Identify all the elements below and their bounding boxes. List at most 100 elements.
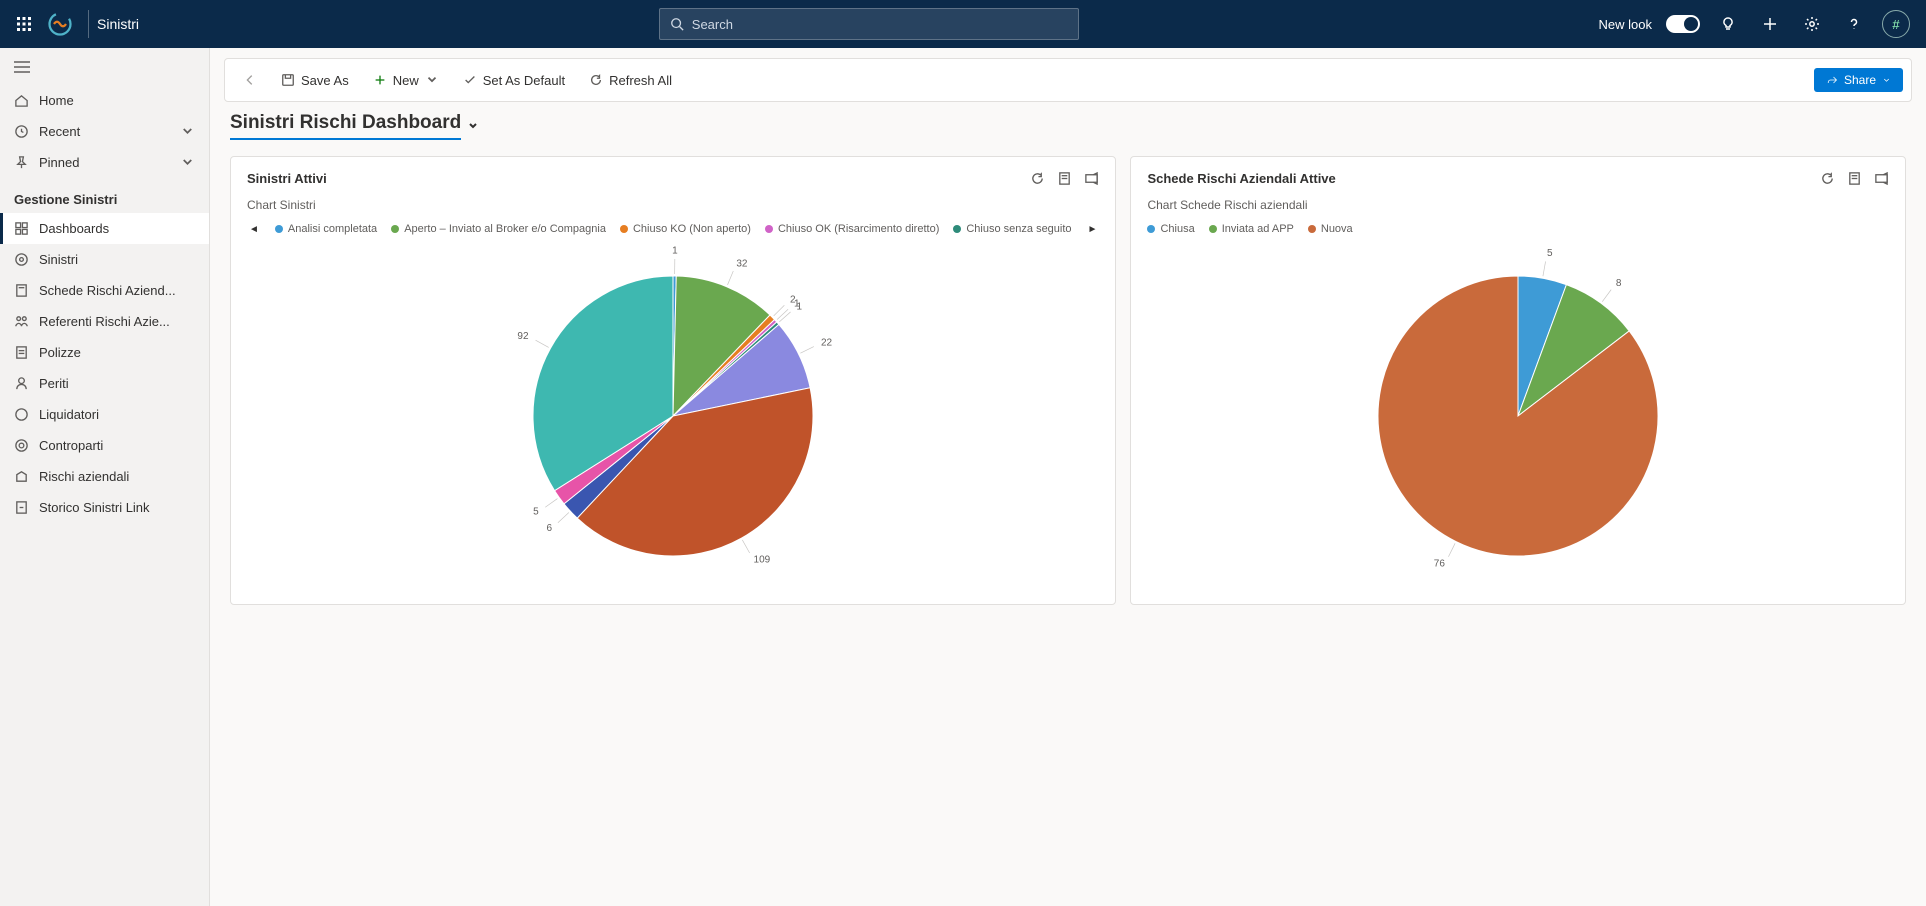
legend-label: Aperto – Inviato al Broker e/o Compagnia [404, 223, 606, 235]
legend-label: Nuova [1321, 223, 1353, 235]
refresh-icon[interactable] [1030, 171, 1045, 186]
sidebar-item-icon [14, 469, 29, 484]
sidebar-item[interactable]: Rischi aziendali [0, 461, 209, 492]
settings-icon[interactable] [1798, 10, 1826, 38]
share-icon [1826, 74, 1838, 86]
search-box[interactable] [659, 8, 1079, 40]
check-icon [463, 73, 477, 87]
sidebar-section-header: Gestione Sinistri [0, 178, 209, 213]
top-bar: Sinistri New look # [0, 0, 1926, 48]
share-label: Share [1844, 73, 1876, 87]
legend-label: Chiuso OK (Risarcimento diretto) [778, 223, 939, 235]
pin-icon [14, 155, 29, 170]
clock-icon [14, 124, 29, 139]
sidebar-item-label: Dashboards [39, 221, 109, 236]
refresh-icon [589, 73, 603, 87]
app-launcher-icon[interactable] [8, 8, 40, 40]
legend-label: Chiuso KO (Non aperto) [633, 223, 751, 235]
legend-item[interactable]: Analisi completata [275, 223, 377, 235]
sidebar-recent[interactable]: Recent [0, 116, 209, 147]
recent-label: Recent [39, 124, 80, 139]
legend-dot [391, 225, 399, 233]
lightbulb-icon[interactable] [1714, 10, 1742, 38]
sidebar-item-icon [14, 345, 29, 360]
expand-icon[interactable] [1084, 171, 1099, 186]
sidebar-item-label: Rischi aziendali [39, 469, 129, 484]
sidebar-item[interactable]: Dashboards [0, 213, 209, 244]
new-look-label: New look [1599, 17, 1652, 32]
legend-next[interactable]: ► [1086, 224, 1100, 235]
sidebar-item[interactable]: Sinistri [0, 244, 209, 275]
slice-label: 92 [518, 331, 530, 342]
set-default-button[interactable]: Set As Default [453, 67, 575, 94]
sidebar-item-icon [14, 283, 29, 298]
chevron-down-icon [180, 124, 195, 139]
save-as-button[interactable]: Save As [271, 67, 359, 94]
slice-label: 76 [1434, 559, 1446, 570]
legend-dot [1147, 225, 1155, 233]
sidebar-item-label: Polizze [39, 345, 81, 360]
help-icon[interactable] [1840, 10, 1868, 38]
new-button[interactable]: New [363, 67, 449, 94]
card-title: Sinistri Attivi [247, 171, 327, 186]
sidebar-toggle[interactable] [0, 52, 209, 85]
legend-dot [1308, 225, 1316, 233]
sidebar-item-label: Controparti [39, 438, 103, 453]
legend-item[interactable]: Aperto – Inviato al Broker e/o Compagnia [391, 223, 606, 235]
legend-label: Chiusa [1160, 223, 1194, 235]
records-icon[interactable] [1847, 171, 1862, 186]
slice-label: 22 [821, 338, 833, 349]
sidebar-item[interactable]: Periti [0, 368, 209, 399]
plus-icon [373, 73, 387, 87]
share-button[interactable]: Share [1814, 68, 1903, 92]
legend-item[interactable]: Chiuso senza seguito [953, 223, 1071, 235]
home-label: Home [39, 93, 74, 108]
sidebar-home[interactable]: Home [0, 85, 209, 116]
chart-legend: Chiusa Inviata ad APP Nuova [1147, 220, 1889, 238]
pie-chart: 5876 [1298, 256, 1738, 576]
legend-dot [275, 225, 283, 233]
command-bar: Save As New Set As Default Refresh All S… [224, 58, 1912, 102]
sidebar-item-icon [14, 407, 29, 422]
legend-item[interactable]: Chiuso OK (Risarcimento diretto) [765, 223, 939, 235]
search-icon [670, 17, 684, 31]
legend-item[interactable]: Inviata ad APP [1209, 223, 1294, 235]
plus-icon[interactable] [1756, 10, 1784, 38]
slice-label: 109 [754, 555, 771, 566]
sidebar-item-label: Sinistri [39, 252, 78, 267]
refresh-icon[interactable] [1820, 171, 1835, 186]
legend-item[interactable]: Nuova [1308, 223, 1353, 235]
card-title: Schede Rischi Aziendali Attive [1147, 171, 1335, 186]
expand-icon[interactable] [1874, 171, 1889, 186]
sidebar-item[interactable]: Controparti [0, 430, 209, 461]
user-avatar[interactable]: # [1882, 10, 1910, 38]
chevron-down-icon [180, 155, 195, 170]
slice-label: 8 [1616, 278, 1622, 289]
sidebar-item[interactable]: Referenti Rischi Azie... [0, 306, 209, 337]
legend-label: Analisi completata [288, 223, 377, 235]
sidebar-item-label: Referenti Rischi Azie... [39, 314, 170, 329]
sidebar-item[interactable]: Polizze [0, 337, 209, 368]
sidebar: Home Recent Pinned Gestione Sinistri Das… [0, 48, 210, 906]
chevron-down-icon[interactable] [467, 120, 479, 132]
chart-legend: ◄ Analisi completata Aperto – Inviato al B… [247, 220, 1099, 238]
legend-label: Chiuso senza seguito [966, 223, 1071, 235]
legend-item[interactable]: Chiusa [1147, 223, 1194, 235]
sidebar-pinned[interactable]: Pinned [0, 147, 209, 178]
sidebar-item-label: Schede Rischi Aziend... [39, 283, 176, 298]
sidebar-item-label: Periti [39, 376, 69, 391]
sidebar-item[interactable]: Liquidatori [0, 399, 209, 430]
records-icon[interactable] [1057, 171, 1072, 186]
new-label: New [393, 73, 419, 88]
refresh-button[interactable]: Refresh All [579, 67, 682, 94]
sidebar-item[interactable]: Schede Rischi Aziend... [0, 275, 209, 306]
search-input[interactable] [692, 17, 1068, 32]
legend-prev[interactable]: ◄ [247, 224, 261, 235]
chevron-down-icon [1882, 76, 1891, 85]
new-look-toggle[interactable] [1666, 15, 1700, 33]
sidebar-item[interactable]: Storico Sinistri Link [0, 492, 209, 523]
chevron-down-icon [425, 73, 439, 87]
legend-item[interactable]: Chiuso KO (Non aperto) [620, 223, 751, 235]
card-sinistri-attivi: Sinistri Attivi Chart Sinistri ◄Analisi … [230, 156, 1116, 605]
page-title: Sinistri Rischi Dashboard [230, 112, 461, 140]
